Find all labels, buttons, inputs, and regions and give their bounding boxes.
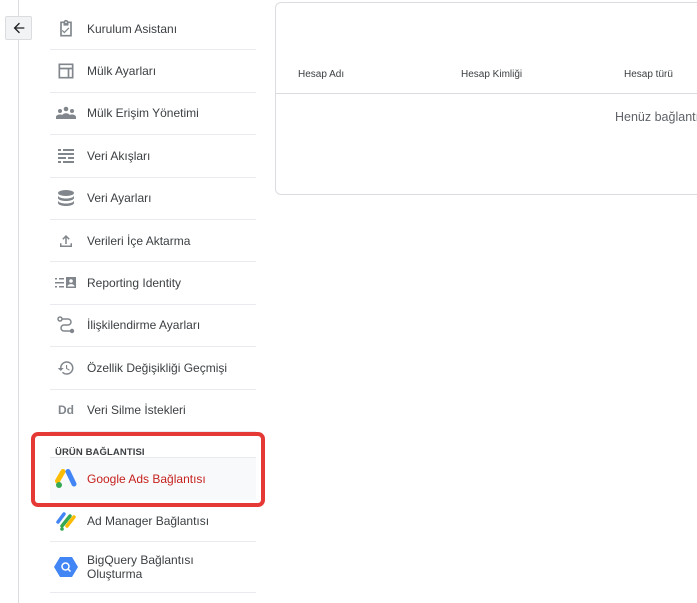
nav-item-label: Veri Silme İstekleri (87, 403, 186, 418)
nav-item-label: Kurulum Asistanı (87, 21, 178, 36)
column-header-account-id[interactable]: Hesap Kimliği (461, 69, 522, 80)
nav-item-label: BigQuery Bağlantısı Oluşturma (87, 553, 194, 582)
route-icon (54, 313, 78, 337)
empty-state-text: Henüz bağlantı yok (615, 110, 697, 124)
nav-item-data-streams[interactable]: Veri Akışları (50, 135, 256, 178)
nav-item-data-settings[interactable]: Veri Ayarları (50, 178, 256, 220)
nav-item-label: Özellik Değişikliği Geçmişi (87, 360, 228, 375)
nav-item-property-settings[interactable]: Mülk Ayarları (50, 50, 256, 93)
nav-item-label: İlişkilendirme Ayarları (87, 318, 201, 333)
nav-item-change-history[interactable]: Özellik Değişikliği Geçmişi (50, 347, 256, 390)
nav-item-ad-manager-links[interactable]: Ad Manager Bağlantısı (50, 500, 256, 543)
nav-item-access-management[interactable]: Mülk Erişim Yönetimi (50, 93, 256, 136)
table-header: Hesap Adı Hesap Kimliği Hesap türü (276, 57, 697, 94)
nav-item-google-ads-links[interactable]: Google Ads Bağlantısı (50, 458, 256, 500)
product-links-nav: Google Ads Bağlantısı Ad Manager Bağlant… (50, 458, 256, 594)
nav-item-label: Ad Manager Bağlantısı (87, 513, 210, 528)
nav-item-label: Mülk Ayarları (87, 64, 157, 79)
google-ads-icon (54, 467, 78, 491)
nav-item-label: Reporting Identity (87, 276, 182, 291)
nav-item-data-deletion[interactable]: Dd Veri Silme İstekleri (50, 390, 256, 432)
nav-item-label: Verileri İçe Aktarma (87, 233, 191, 248)
nav-item-attribution-settings[interactable]: İlişkilendirme Ayarları (50, 305, 256, 348)
identity-icon (54, 271, 78, 295)
database-icon (54, 186, 78, 210)
nav-item-label: Veri Ayarları (87, 191, 152, 206)
nav-item-data-import[interactable]: Verileri İçe Aktarma (50, 220, 256, 263)
nav-item-setup-assistant[interactable]: Kurulum Asistanı (50, 8, 256, 51)
nav-item-reporting-identity[interactable]: Reporting Identity (50, 262, 256, 305)
links-table-card: Hesap Adı Hesap Kimliği Hesap türü Henüz… (275, 2, 697, 195)
nav-item-label: Veri Akışları (87, 148, 151, 163)
people-icon (54, 101, 78, 125)
nav-item-label: Google Ads Bağlantısı (87, 472, 206, 486)
data-deletion-icon: Dd (58, 403, 74, 418)
back-button[interactable] (5, 16, 32, 40)
ad-manager-icon (54, 509, 78, 533)
streams-icon (54, 144, 78, 168)
layout-icon (54, 59, 78, 83)
column-header-account-type[interactable]: Hesap türü (624, 69, 673, 80)
nav-item-label: Mülk Erişim Yönetimi (87, 106, 199, 121)
column-header-account-name[interactable]: Hesap Adı (298, 69, 344, 80)
bigquery-icon (54, 555, 78, 579)
divider-line (18, 0, 19, 603)
history-icon (54, 356, 78, 380)
arrow-left-icon (13, 22, 24, 34)
admin-nav: Kurulum Asistanı Mülk Ayarları Mülk Eriş… (50, 8, 256, 432)
nav-item-bigquery-links[interactable]: BigQuery Bağlantısı Oluşturma (50, 542, 256, 594)
clipboard-check-icon (54, 17, 78, 41)
upload-icon (54, 229, 78, 253)
